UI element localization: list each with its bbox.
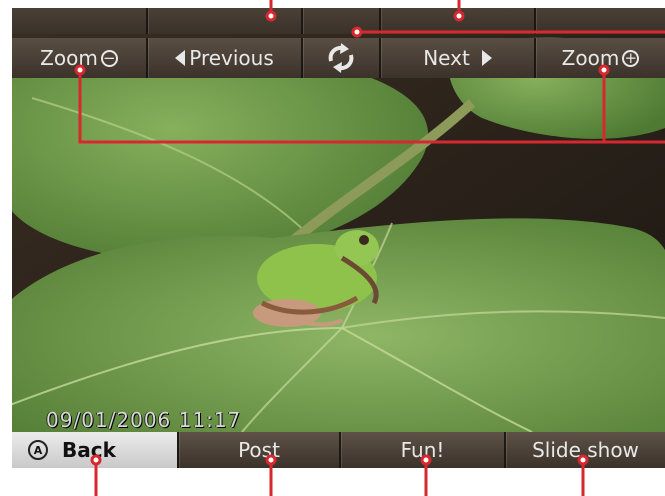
zoom-in-button[interactable]: Zoom +: [536, 38, 665, 78]
fun-button[interactable]: Fun!: [341, 432, 504, 468]
zoom-in-label: Zoom: [561, 46, 620, 70]
slide-show-label: Slide show: [532, 438, 639, 462]
divider: [301, 8, 303, 34]
photo-timestamp: 09/01/2006 11:17: [46, 408, 242, 432]
zoom-out-label: Zoom: [40, 46, 98, 70]
divider: [177, 432, 179, 468]
top-toolbar: Zoom − Previous Next Zoom +: [12, 8, 665, 78]
back-label: Back: [62, 438, 116, 462]
zoom-out-icon: −: [100, 49, 118, 67]
divider: [534, 38, 536, 78]
next-arrow-icon: [481, 50, 492, 66]
back-button[interactable]: A Back: [12, 432, 177, 468]
zoom-out-button[interactable]: Zoom −: [12, 38, 146, 78]
divider: [146, 38, 148, 78]
next-button[interactable]: Next: [381, 38, 534, 78]
previous-button[interactable]: Previous: [148, 38, 301, 78]
fun-label: Fun!: [400, 438, 445, 462]
photo-viewer-screen: 09/01/2006 11:17 Zoom − Previous Next Zo…: [0, 0, 665, 496]
divider: [379, 38, 381, 78]
post-button[interactable]: Post: [179, 432, 339, 468]
divider: [504, 432, 506, 468]
slide-show-button[interactable]: Slide show: [506, 432, 665, 468]
top-toolbar-buttons: Zoom − Previous Next Zoom +: [12, 38, 665, 78]
bottom-toolbar: A Back Post Fun! Slide show: [12, 432, 665, 468]
divider: [379, 8, 381, 34]
previous-arrow-icon: [175, 50, 186, 66]
rotate-arrows-icon: [328, 43, 354, 73]
rotate-button[interactable]: [303, 38, 379, 78]
divider: [146, 8, 148, 34]
next-label: Next: [423, 46, 470, 70]
previous-label: Previous: [189, 46, 274, 70]
divider: [301, 38, 303, 78]
top-toolbar-upper-strip: [12, 8, 665, 34]
post-label: Post: [238, 438, 280, 462]
divider: [534, 8, 536, 34]
zoom-in-icon: +: [622, 49, 640, 67]
divider: [339, 432, 341, 468]
a-button-icon: A: [28, 440, 48, 460]
